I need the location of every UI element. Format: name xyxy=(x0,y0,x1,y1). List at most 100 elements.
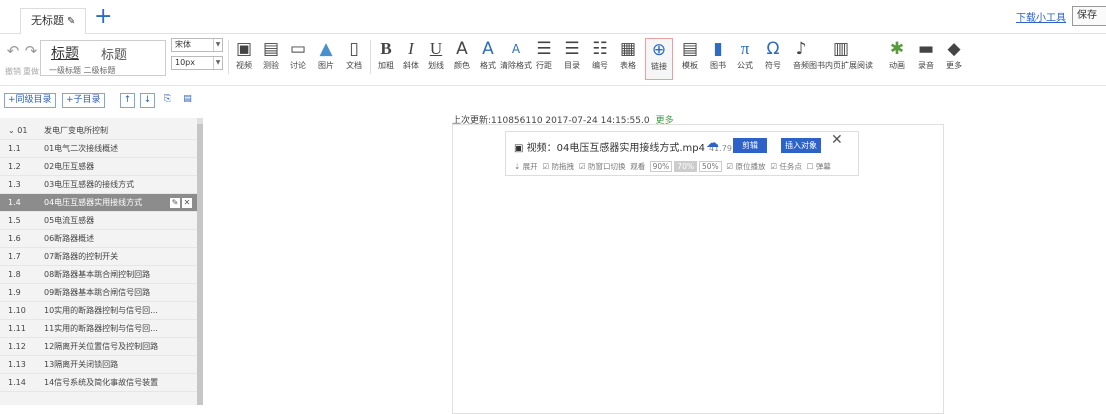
heading-sublabels: 一级标题 二级标题 xyxy=(49,66,116,75)
outline-item[interactable]: 1.12 12隔离开关位置信号及控制回路 xyxy=(0,338,197,356)
animation-icon: ✱ xyxy=(889,39,905,59)
danmu-checkbox[interactable]: ☐ 弹幕 xyxy=(807,162,831,171)
copy-icon[interactable]: ⎘ xyxy=(160,93,175,108)
outline-item[interactable]: 1.13 13隔离开关闭锁回路 xyxy=(0,356,197,374)
outline-sidebar: ⌄ 01 发电厂变电所控制 1.1 01电气二次接线概述 1.2 02电压互感器 1.… xyxy=(0,118,203,405)
formula-icon: π xyxy=(740,39,750,58)
outline-item[interactable]: 1.10 10实用的断路器控制与信号回... xyxy=(0,302,197,320)
tool-extended-reading[interactable]: ▥ 图书内页扩展阅读 xyxy=(809,38,873,80)
undo-label: 撤销 xyxy=(5,67,21,76)
tool-bold[interactable]: B 加粗 xyxy=(372,38,400,80)
outline-item[interactable]: 1.9 09断路器基本跳合闸信号回路 xyxy=(0,284,197,302)
symbol-icon: Ω xyxy=(766,39,780,59)
tool-italic[interactable]: I 斜体 xyxy=(397,38,425,80)
outline-item[interactable]: 1.6 06断路器概述 xyxy=(0,230,197,248)
tool-formula[interactable]: π 公式 xyxy=(731,38,759,80)
underline-icon: U xyxy=(429,39,443,58)
title-style-box: 标题 标题 一级标题 二级标题 xyxy=(40,40,166,76)
italic-icon: I xyxy=(408,39,414,58)
outline-item[interactable]: 1.7 07断路器的控制开关 xyxy=(0,248,197,266)
sidebar-scrollbar-thumb[interactable] xyxy=(197,124,203,405)
edit-icon[interactable]: ✎ xyxy=(170,198,180,208)
tool-clear-format[interactable]: A 清除格式 xyxy=(500,38,532,80)
tool-format[interactable]: A 格式 xyxy=(474,38,502,80)
watch-90-option[interactable]: 90% xyxy=(649,161,673,172)
heading1-button[interactable]: 标题 xyxy=(51,43,79,63)
top-bar: 无标题 ✎ + 下载小工具 保存 xyxy=(0,0,1106,34)
video-options: ⇣ 展开 ☑ 防拖拽 ☑ 防窗口切换 观看 90% 70% 50% ☑ 原位播放 ☑… xyxy=(514,161,831,172)
outline-item[interactable]: 1.2 02电压互感器 xyxy=(0,158,197,176)
font-size-select[interactable]: 10px ▼ xyxy=(171,56,223,70)
tool-more[interactable]: ◆ 更多 xyxy=(940,38,968,80)
task-point-checkbox[interactable]: ☑ 任务点 xyxy=(770,162,802,171)
add-child-button[interactable]: +子目录 xyxy=(62,93,105,108)
tool-video[interactable]: ▣ 视频 xyxy=(230,38,258,80)
move-up-icon[interactable]: ↑ xyxy=(120,93,135,108)
add-tab-icon[interactable]: + xyxy=(94,4,112,30)
tool-template[interactable]: ▤ 模板 xyxy=(676,38,704,80)
discussion-icon: ▭ xyxy=(289,39,307,59)
tool-list[interactable]: ☰ 目录 xyxy=(558,38,586,80)
antidrag-checkbox[interactable]: ☑ 防拖拽 xyxy=(542,162,574,171)
insert-object-button[interactable]: 插入对象 xyxy=(781,138,821,153)
watch-50-option[interactable]: 50% xyxy=(698,161,722,172)
tool-link[interactable]: ⊕ 链接 xyxy=(645,38,673,80)
table-icon: ▦ xyxy=(619,39,637,59)
link-icon: ⊕ xyxy=(651,40,667,60)
outline-item[interactable]: 1.8 08断路器基本跳合闸控制回路 xyxy=(0,266,197,284)
origin-play-checkbox[interactable]: ☑ 原位播放 xyxy=(726,162,765,171)
font-family-select[interactable]: 宋体 ▼ xyxy=(171,38,223,52)
book-icon: ▮ xyxy=(713,39,723,59)
document-tab[interactable]: 无标题 ✎ xyxy=(20,8,87,34)
image-icon: ▲ xyxy=(319,39,333,59)
outline-item[interactable]: 1.1 01电气二次接线概述 xyxy=(0,140,197,158)
tool-book[interactable]: ▮ 图书 xyxy=(704,38,732,80)
tool-quiz[interactable]: ▤ 测验 xyxy=(257,38,285,80)
outline-item-active[interactable]: 1.4 04电压互感器实用接线方式 ✎ ✕ xyxy=(0,194,197,212)
download-tool-link[interactable]: 下载小工具 xyxy=(1016,9,1066,24)
tool-document[interactable]: ▯ 文档 xyxy=(340,38,368,80)
font-color-icon: A xyxy=(456,39,468,59)
document-icon[interactable]: ▤ xyxy=(180,93,195,108)
outline-item[interactable]: 1.5 05电流互感器 xyxy=(0,212,197,230)
tool-table[interactable]: ▦ 表格 xyxy=(614,38,642,80)
list-icon: ☰ xyxy=(564,39,580,59)
edit-pen-icon[interactable]: ✎ xyxy=(67,16,75,27)
cloud-icon[interactable]: ☁ xyxy=(706,136,719,151)
tool-animation[interactable]: ✱ 动画 xyxy=(883,38,911,80)
watch-label: 观看 xyxy=(630,162,646,171)
audio-icon: ♪ xyxy=(795,39,807,59)
clear-format-icon: A xyxy=(511,42,521,56)
delete-icon[interactable]: ✕ xyxy=(182,198,192,208)
template-icon: ▤ xyxy=(681,39,699,59)
cut-button[interactable]: 剪辑 xyxy=(733,138,767,153)
undo-icon[interactable]: ↶ xyxy=(4,42,22,60)
outline-item[interactable]: 1.11 11实用的断路器控制与信号回... xyxy=(0,320,197,338)
tool-discussion[interactable]: ▭ 讨论 xyxy=(284,38,312,80)
video-object[interactable]: ▣ 视频：04电压互感器实用接线方式.mp4 41.79 MB ☁ 剪辑 插入对象… xyxy=(505,131,859,176)
tab-title: 无标题 xyxy=(31,14,64,27)
tool-numbering[interactable]: ☷ 编号 xyxy=(586,38,614,80)
heading2-button[interactable]: 标题 xyxy=(101,44,127,63)
tool-audio[interactable]: ♪ 音频 xyxy=(787,38,815,80)
outline-item[interactable]: 1.3 03电压互感器的接线方式 xyxy=(0,176,197,194)
video-icon: ▣ xyxy=(514,143,527,154)
tool-font-color[interactable]: A 颜色 xyxy=(448,38,476,80)
tool-image[interactable]: ▲ 图片 xyxy=(312,38,340,80)
tool-symbol[interactable]: Ω 符号 xyxy=(759,38,787,80)
redo-icon[interactable]: ↷ xyxy=(22,42,40,60)
add-sibling-button[interactable]: +同级目录 xyxy=(4,93,56,108)
antiswitch-checkbox[interactable]: ☑ 防窗口切换 xyxy=(579,162,626,171)
format-icon: A xyxy=(482,39,494,59)
outline-item[interactable]: ⌄ 01 发电厂变电所控制 xyxy=(0,122,197,140)
save-button[interactable]: 保存 xyxy=(1072,6,1106,26)
expand-toggle[interactable]: ⇣ 展开 xyxy=(514,162,538,171)
tool-line-spacing[interactable]: ☰ 行距 xyxy=(530,38,558,80)
tool-record[interactable]: ▬ 录音 xyxy=(912,38,940,80)
outline-item[interactable]: 1.14 14信号系统及简化事故信号装置 xyxy=(0,374,197,392)
close-icon[interactable]: ✕ xyxy=(831,132,843,148)
move-down-icon[interactable]: ↓ xyxy=(140,93,155,108)
quiz-icon: ▤ xyxy=(262,39,280,59)
watch-70-option[interactable]: 70% xyxy=(674,161,697,172)
tool-underline[interactable]: U 划线 xyxy=(422,38,450,80)
